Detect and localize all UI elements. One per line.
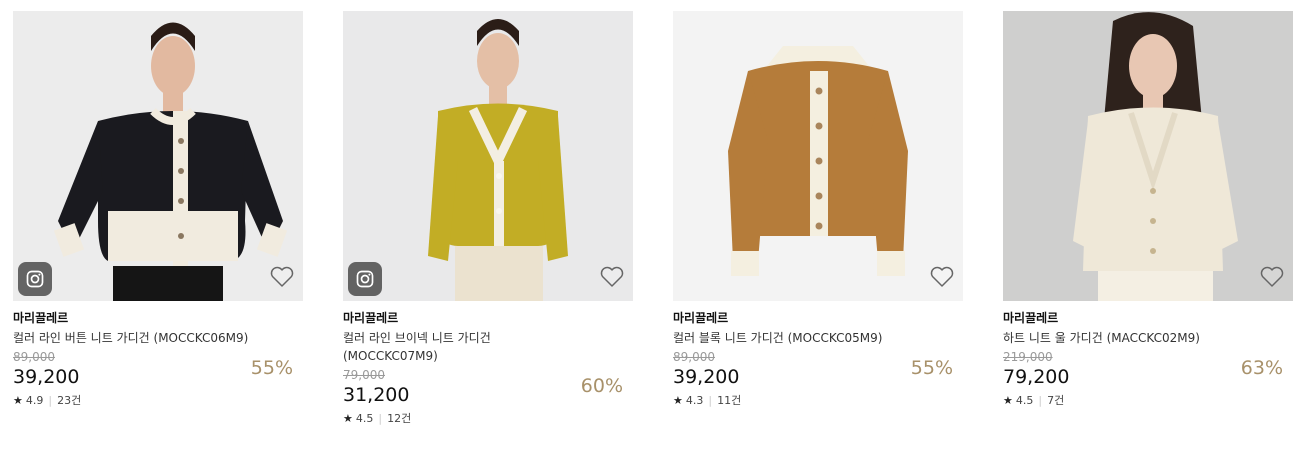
rating-value: 4.3 xyxy=(685,394,704,407)
wishlist-button[interactable] xyxy=(269,265,295,289)
rating-row: ★ 4.9 | 23건 xyxy=(13,394,303,408)
review-count: 23건 xyxy=(57,394,82,407)
product-card[interactable]: 마리끌레르 컬러 블록 니트 가디건 (MOCCKC05M9) 89,000 3… xyxy=(673,11,963,408)
product-photo-yellow-cardigan xyxy=(343,11,633,301)
sale-price: 39,200 xyxy=(13,366,80,388)
brand-name[interactable]: 마리끌레르 xyxy=(673,310,963,326)
review-count: 12건 xyxy=(387,412,412,425)
rating-value: 4.9 xyxy=(25,394,44,407)
star-icon: ★ xyxy=(1003,394,1013,407)
instagram-icon xyxy=(26,270,44,288)
review-count: 7건 xyxy=(1047,394,1065,407)
instagram-badge[interactable] xyxy=(18,262,52,296)
product-title[interactable]: 하트 니트 울 가디건 (MACCKC02M9) xyxy=(1003,329,1293,347)
discount-rate: 55% xyxy=(250,357,293,379)
brand-name[interactable]: 마리끌레르 xyxy=(13,310,303,326)
rating-value: 4.5 xyxy=(355,412,374,425)
instagram-icon xyxy=(356,270,374,288)
product-photo-brown-cardigan xyxy=(673,11,963,301)
price-row: 79,200 63% xyxy=(1003,357,1293,389)
sale-price: 31,200 xyxy=(343,384,410,406)
rating-value: 4.5 xyxy=(1015,394,1034,407)
review-count: 11건 xyxy=(717,394,742,407)
divider: | xyxy=(1038,394,1043,407)
product-title[interactable]: 컬러 블록 니트 가디건 (MOCCKC05M9) xyxy=(673,329,963,347)
rating-row: ★ 4.5 | 7건 xyxy=(1003,394,1293,408)
instagram-badge[interactable] xyxy=(348,262,382,296)
heart-icon xyxy=(600,266,624,287)
product-image[interactable] xyxy=(673,11,963,301)
discount-rate: 63% xyxy=(1240,357,1283,379)
discount-rate: 60% xyxy=(580,375,623,397)
product-photo-black-cardigan xyxy=(13,11,303,301)
brand-name[interactable]: 마리끌레르 xyxy=(1003,310,1293,326)
star-icon: ★ xyxy=(13,394,23,407)
wishlist-button[interactable] xyxy=(1259,265,1285,289)
product-title[interactable]: 컬러 라인 버튼 니트 가디건 (MOCCKC06M9) xyxy=(13,329,303,347)
product-image[interactable] xyxy=(1003,11,1293,301)
product-title[interactable]: 컬러 라인 브이넥 니트 가디건 (MOCCKC07M9) xyxy=(343,329,513,365)
product-card[interactable]: 마리끌레르 컬러 라인 브이넥 니트 가디건 (MOCCKC07M9) 79,0… xyxy=(343,11,633,426)
star-icon: ★ xyxy=(673,394,683,407)
product-card[interactable]: 마리끌레르 컬러 라인 버튼 니트 가디건 (MOCCKC06M9) 89,00… xyxy=(13,11,303,408)
price-row: 39,200 55% xyxy=(673,357,963,389)
product-image[interactable] xyxy=(343,11,633,301)
wishlist-button[interactable] xyxy=(599,265,625,289)
price-row: 31,200 60% xyxy=(343,375,633,407)
product-card[interactable]: 마리끌레르 하트 니트 울 가디건 (MACCKC02M9) 219,000 7… xyxy=(1003,11,1293,408)
price-row: 39,200 55% xyxy=(13,357,303,389)
rating-row: ★ 4.3 | 11건 xyxy=(673,394,963,408)
product-photo-cream-cardigan xyxy=(1003,11,1293,301)
product-image[interactable] xyxy=(13,11,303,301)
product-grid: 마리끌레르 컬러 라인 버튼 니트 가디건 (MOCCKC06M9) 89,00… xyxy=(0,0,1306,460)
wishlist-button[interactable] xyxy=(929,265,955,289)
brand-name[interactable]: 마리끌레르 xyxy=(343,310,633,326)
divider: | xyxy=(708,394,713,407)
star-icon: ★ xyxy=(343,412,353,425)
divider: | xyxy=(48,394,53,407)
sale-price: 79,200 xyxy=(1003,366,1070,388)
heart-icon xyxy=(270,266,294,287)
discount-rate: 55% xyxy=(910,357,953,379)
divider: | xyxy=(378,412,383,425)
heart-icon xyxy=(930,266,954,287)
rating-row: ★ 4.5 | 12건 xyxy=(343,412,633,426)
heart-icon xyxy=(1260,266,1284,287)
sale-price: 39,200 xyxy=(673,366,740,388)
